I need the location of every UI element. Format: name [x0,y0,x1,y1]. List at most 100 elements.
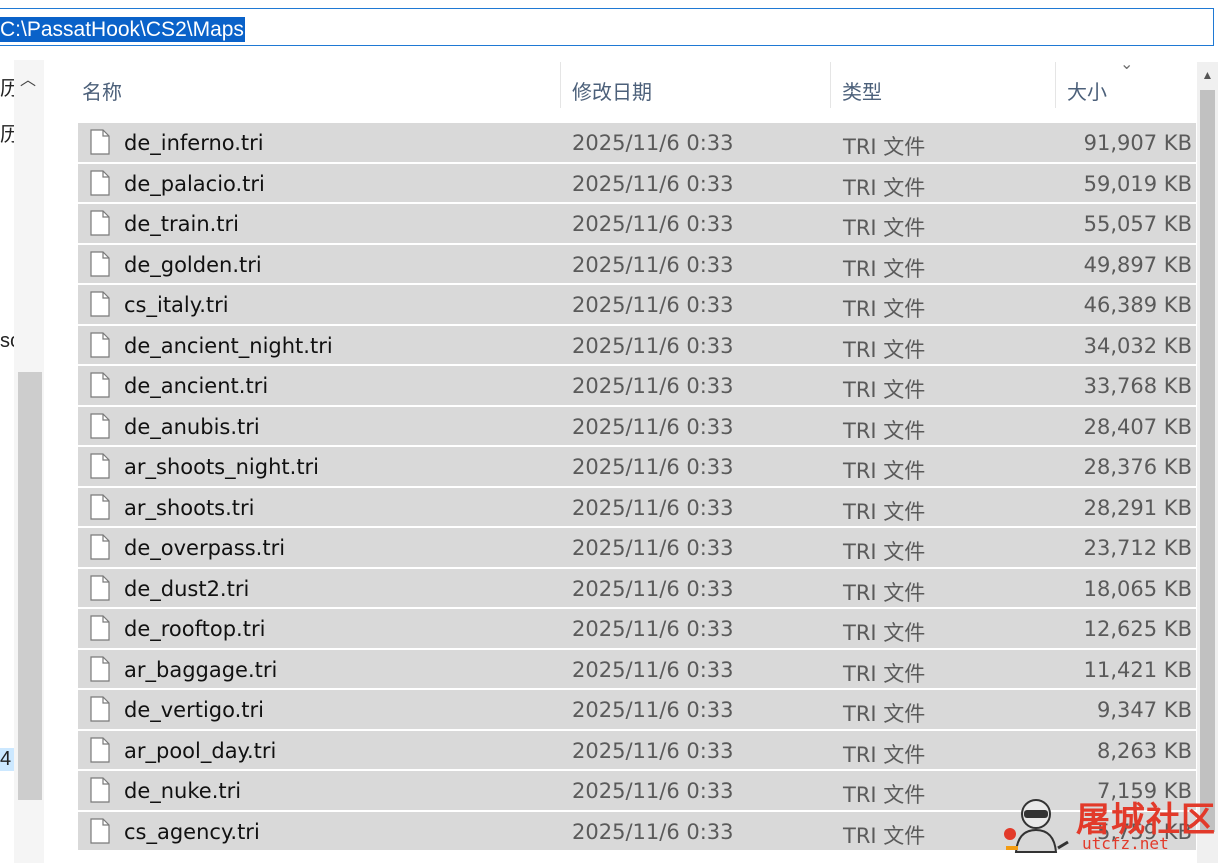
file-row[interactable]: de_palacio.tri 2025/11/6 0:33 TRI 文件 59,019… [78,163,1196,202]
file-name: de_vertigo.tri [124,698,264,722]
file-icon [90,331,110,358]
file-row[interactable]: cs_italy.tri 2025/11/6 0:33 TRI 文件 46,389 K… [78,285,1196,324]
address-bar[interactable]: C:\PassatHook\CS2\Maps [0,8,1214,46]
file-row[interactable]: de_ancient.tri 2025/11/6 0:33 TRI 文件 33,768… [78,366,1196,405]
file-type: TRI 文件 [843,135,926,159]
file-name: cs_agency.tri [124,819,260,844]
nav-scrollbar-thumb[interactable] [18,372,42,800]
file-date: 2025/11/6 0:33 [572,293,734,317]
file-icon [90,250,110,277]
file-icon [90,534,110,560]
file-name: cs_italy.tri [124,293,229,317]
file-icon [90,817,110,844]
scroll-up-icon[interactable]: ▲ [1197,62,1218,88]
nav-item-clipped[interactable]: sc [0,330,14,353]
file-name: de_anubis.tri [124,414,260,439]
nav-item-clipped[interactable]: 历 [0,118,14,147]
nav-item-clipped[interactable]: 历 [0,72,14,101]
file-name: de_inferno.tri [124,131,264,155]
file-size: 28,376 KB [1083,455,1192,479]
column-divider[interactable] [1055,62,1056,108]
file-size: 28,407 KB [1083,414,1192,439]
file-date: 2025/11/6 0:33 [572,819,734,844]
nav-item-clipped[interactable]: 4 [0,748,14,771]
watermark-mascot-icon [1004,799,1069,853]
file-row[interactable]: de_overpass.tri 2025/11/6 0:33 TRI 文件 23,71… [78,528,1196,567]
file-row[interactable]: ar_pool_day.tri 2025/11/6 0:33 TRI 文件 8,263… [78,730,1196,769]
file-name: de_ancient_night.tri [124,333,333,358]
file-size: 11,421 KB [1083,657,1192,682]
file-row[interactable]: de_vertigo.tri 2025/11/6 0:33 TRI 文件 9,347 … [78,690,1196,729]
file-type: TRI 文件 [843,175,926,200]
file-row[interactable]: de_rooftop.tri 2025/11/6 0:33 TRI 文件 12,625… [78,609,1196,648]
file-list-scrollbar[interactable]: ▲ [1197,62,1218,863]
column-type[interactable]: 类型 [842,76,882,105]
file-type: TRI 文件 [843,823,926,848]
file-date: 2025/11/6 0:33 [572,657,734,682]
column-divider[interactable] [560,62,561,108]
file-type: TRI 文件 [843,499,926,524]
file-row[interactable]: ar_shoots_night.tri 2025/11/6 0:33 TRI 文件 2… [78,447,1196,486]
file-icon [90,372,110,398]
file-row[interactable]: ar_baggage.tri 2025/11/6 0:33 TRI 文件 11,421… [78,649,1196,688]
file-type: TRI 文件 [843,702,926,726]
file-name: ar_shoots.tri [124,495,255,520]
file-icon [90,412,110,439]
file-icon [90,493,110,520]
file-date: 2025/11/6 0:33 [572,576,734,601]
file-date: 2025/11/6 0:33 [572,455,734,479]
nav-scroll-up-icon[interactable]: ︿ [14,64,42,92]
file-type: TRI 文件 [843,337,926,362]
file-icon [90,453,110,479]
file-row[interactable]: de_ancient_night.tri 2025/11/6 0:33 TRI 文件… [78,325,1196,364]
file-date: 2025/11/6 0:33 [572,212,734,236]
column-date[interactable]: 修改日期 [572,76,652,105]
file-icon [90,615,110,641]
file-date: 2025/11/6 0:33 [572,333,734,358]
file-row[interactable]: de_train.tri 2025/11/6 0:33 TRI 文件 55,057 K… [78,204,1196,243]
column-name[interactable]: 名称 [82,76,122,105]
file-size: 91,907 KB [1083,131,1192,155]
file-type: TRI 文件 [843,378,926,402]
file-date: 2025/11/6 0:33 [572,171,734,196]
file-row[interactable]: de_golden.tri 2025/11/6 0:33 TRI 文件 49,897 … [78,244,1196,283]
file-name: ar_baggage.tri [124,657,278,682]
file-icon [90,129,110,155]
file-icon [90,696,110,722]
file-type: TRI 文件 [843,459,926,483]
file-size: 55,057 KB [1083,212,1192,236]
file-date: 2025/11/6 0:33 [572,495,734,520]
file-row[interactable]: ar_shoots.tri 2025/11/6 0:33 TRI 文件 28,291 … [78,487,1196,526]
file-name: ar_pool_day.tri [124,738,277,763]
file-row[interactable]: de_anubis.tri 2025/11/6 0:33 TRI 文件 28,407 … [78,406,1196,445]
file-type: TRI 文件 [843,742,926,767]
file-size: 18,065 KB [1083,576,1192,601]
scrollbar-thumb[interactable] [1200,90,1215,832]
file-icon [90,655,110,682]
file-size: 8,263 KB [1097,738,1192,763]
file-name: ar_shoots_night.tri [124,455,320,479]
file-type: TRI 文件 [843,418,926,443]
file-date: 2025/11/6 0:33 [572,252,734,277]
file-type: TRI 文件 [843,540,926,564]
file-date: 2025/11/6 0:33 [572,779,734,803]
file-row[interactable]: de_inferno.tri 2025/11/6 0:33 TRI 文件 91,907… [78,123,1196,162]
file-icon [90,777,110,803]
file-type: TRI 文件 [843,661,926,686]
file-name: de_palacio.tri [124,171,265,196]
file-size: 59,019 KB [1083,171,1192,196]
file-icon [90,291,110,317]
file-row[interactable]: de_dust2.tri 2025/11/6 0:33 TRI 文件 18,065 K… [78,568,1196,607]
file-icon [90,169,110,196]
file-type: TRI 文件 [843,216,926,240]
sort-descending-icon: ⌄ [1120,56,1134,73]
file-size: 12,625 KB [1083,617,1192,641]
file-size: 23,712 KB [1083,536,1192,560]
file-date: 2025/11/6 0:33 [572,738,734,763]
address-bar-path[interactable]: C:\PassatHook\CS2\Maps [0,17,245,42]
column-divider[interactable] [830,62,831,108]
file-name: de_rooftop.tri [124,617,266,641]
watermark-url: utcfz.net [1082,834,1169,853]
file-size: 34,032 KB [1083,333,1192,358]
column-size[interactable]: 大小 [1067,76,1107,105]
